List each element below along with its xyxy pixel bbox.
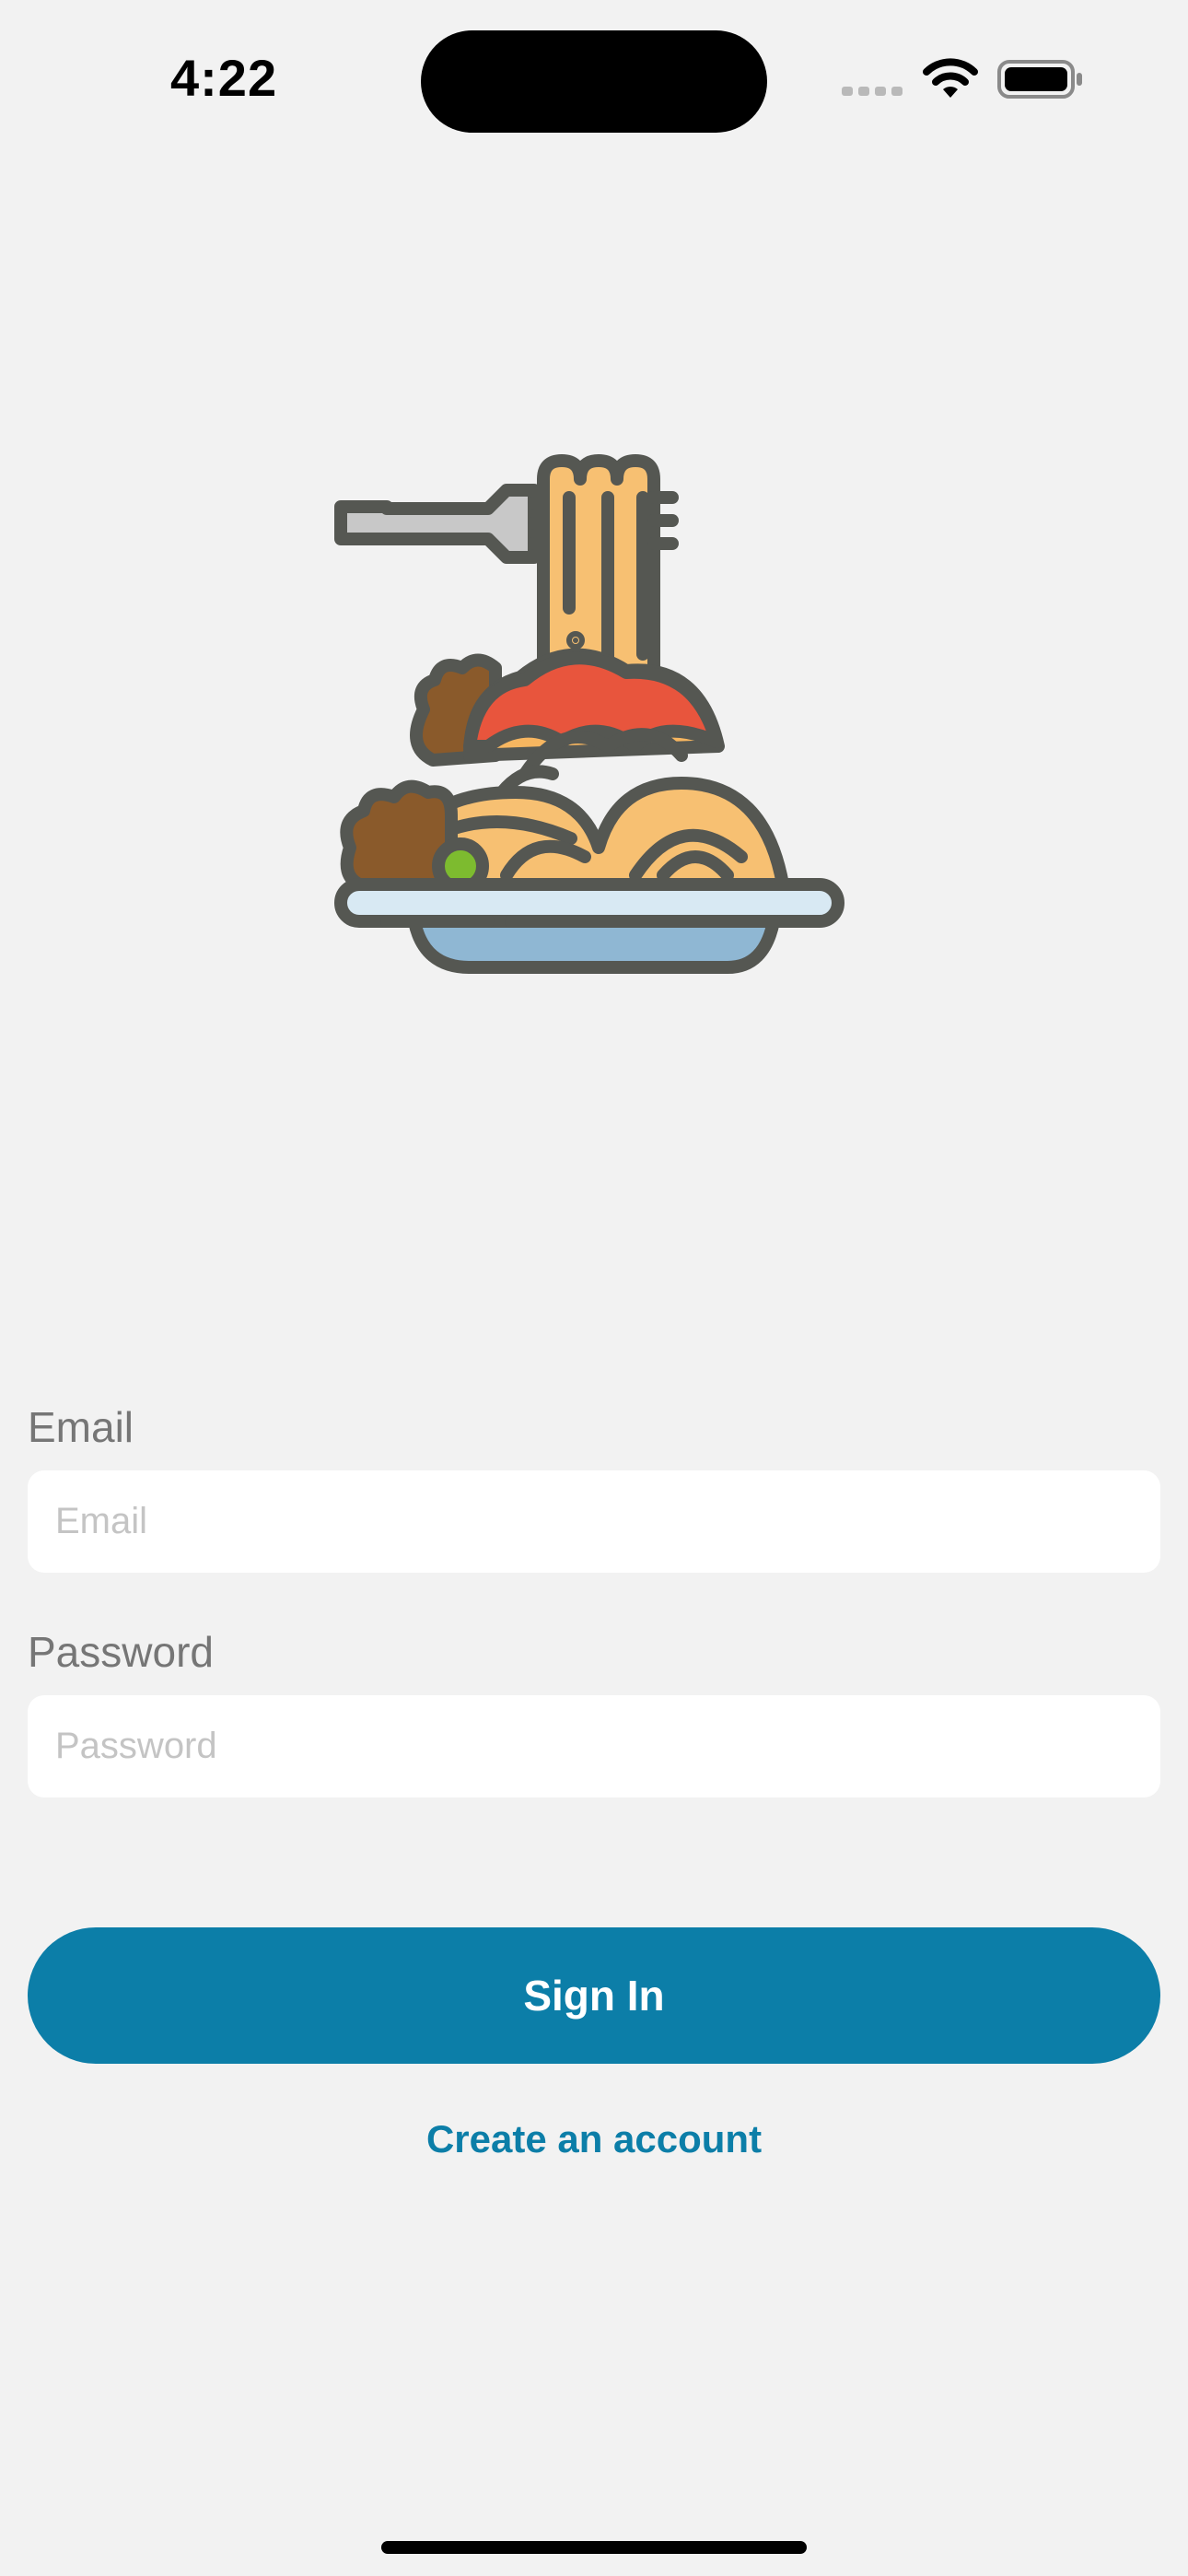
password-field[interactable]: [28, 1695, 1160, 1797]
status-time: 4:22: [170, 49, 278, 107]
home-indicator[interactable]: [381, 2541, 807, 2554]
cellular-signal-icon: [842, 87, 903, 96]
battery-icon: [997, 60, 1082, 99]
status-bar: 4:22: [0, 0, 1188, 157]
email-label: Email: [28, 1403, 134, 1451]
email-field[interactable]: [28, 1470, 1160, 1573]
password-label: Password: [28, 1628, 214, 1676]
create-account-link[interactable]: Create an account: [0, 2117, 1188, 2161]
spaghetti-icon: [334, 454, 844, 974]
sign-in-button[interactable]: Sign In: [28, 1927, 1160, 2064]
wifi-icon: [923, 58, 978, 98]
dynamic-island: [421, 30, 767, 133]
